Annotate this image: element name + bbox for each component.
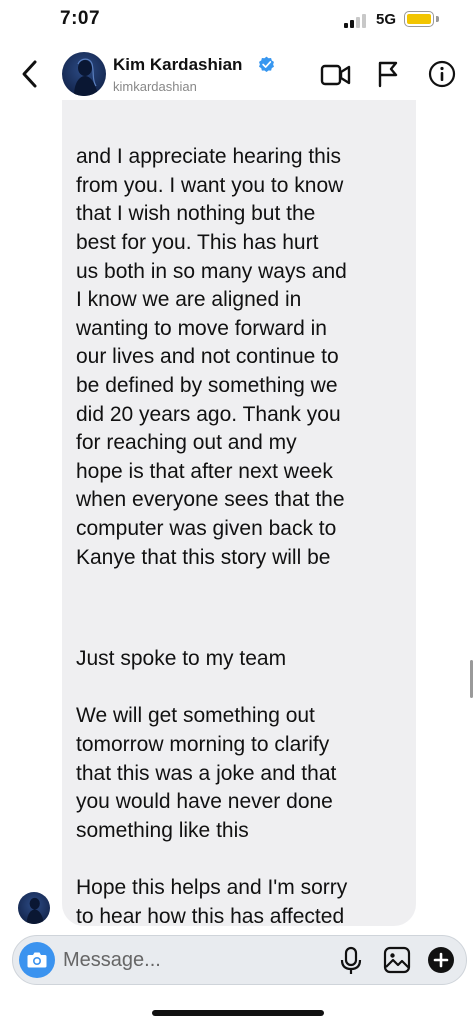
message-text: Just spoke to my team We will get someth…	[76, 647, 348, 928]
plus-icon[interactable]	[427, 946, 455, 974]
gallery-icon[interactable]	[383, 946, 411, 974]
sender-avatar[interactable]	[18, 892, 50, 924]
chevron-left-icon[interactable]	[18, 58, 42, 90]
scroll-indicator[interactable]	[470, 660, 473, 698]
home-indicator[interactable]	[152, 1010, 324, 1016]
video-call-icon[interactable]	[320, 62, 352, 88]
signal-icon	[344, 14, 368, 28]
microphone-icon[interactable]	[339, 946, 363, 976]
message-bubble[interactable]: Just spoke to my team We will get someth…	[62, 576, 416, 928]
chat-header: Kim Kardashian kimkardashian	[0, 44, 475, 106]
network-label: 5G	[376, 11, 397, 28]
message-text: and I appreciate hearing this from you. …	[76, 145, 347, 597]
message-input[interactable]	[63, 947, 273, 973]
camera-button[interactable]	[19, 942, 55, 978]
flag-icon[interactable]	[376, 60, 400, 88]
battery-icon	[404, 11, 434, 27]
info-icon[interactable]	[428, 60, 456, 88]
verified-badge-icon	[259, 56, 274, 72]
message-composer	[12, 935, 467, 985]
camera-icon	[27, 952, 47, 968]
status-bar: 7:07 5G	[0, 0, 475, 44]
status-time: 7:07	[60, 8, 101, 29]
avatar[interactable]	[62, 52, 106, 96]
contact-handle: kimkardashian	[113, 79, 197, 94]
battery-cap	[436, 16, 439, 22]
contact-name[interactable]: Kim Kardashian	[113, 55, 242, 75]
message-thread[interactable]: and I appreciate hearing this from you. …	[0, 100, 475, 928]
